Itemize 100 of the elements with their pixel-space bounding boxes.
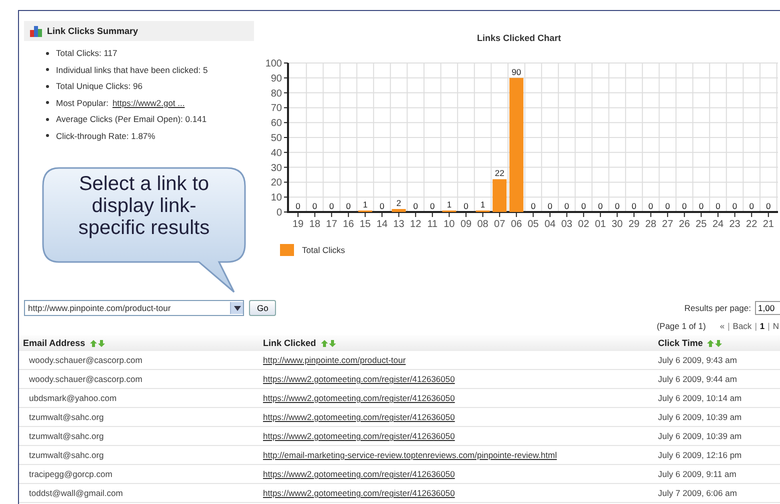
link-cell[interactable]: https://www2.gotomeeting.com/register/412636050 [263, 431, 455, 441]
table-cell: July 6 2009, 12:16 pm [654, 446, 780, 464]
page-link[interactable]: 1 [760, 321, 765, 331]
data-label: 22 [494, 168, 504, 178]
x-tick-label: 09 [460, 219, 472, 230]
x-tick-label: 02 [578, 219, 590, 230]
x-tick-label: 08 [477, 219, 488, 230]
sort-arrows-icon[interactable] [320, 340, 336, 348]
column-header[interactable]: Link Clicked [259, 335, 654, 351]
bullet-icon [46, 68, 49, 72]
y-tick-label: 70 [270, 103, 282, 114]
summary-item: Click-through Rate: 1.87% [56, 130, 156, 141]
page-link[interactable]: N [772, 321, 779, 331]
data-label: 0 [614, 201, 620, 211]
data-label: 0 [766, 201, 771, 211]
bullet-icon [46, 118, 49, 121]
table-cell: toddst@wall@gmail.com [19, 484, 259, 502]
summary-item: Total Unique Clicks: 96 [56, 81, 142, 92]
summary-item: Individual links that have been clicked: 5 [56, 64, 208, 75]
summary-item: Total Clicks: 117 [56, 48, 118, 58]
table-cell: woody.schauer@cascorp.com [19, 370, 259, 388]
x-tick-label: 28 [645, 219, 656, 230]
callout-text: Select a link to display link-specific results [77, 173, 211, 239]
link-cell[interactable]: https://www2.gotomeeting.com/register/412636050 [263, 412, 455, 422]
data-label: 0 [346, 201, 351, 211]
x-tick-label: 06 [510, 219, 522, 230]
link-cell[interactable]: https://www2.gotomeeting.com/register/412636050 [263, 469, 455, 479]
table-cell: ubdsmark@yahoo.com [19, 388, 259, 408]
y-tick-label: 80 [270, 88, 282, 100]
x-tick-label: 11 [427, 219, 438, 230]
data-label: 0 [464, 201, 468, 211]
table-cell: woody.schauer@cascorp.com [19, 351, 259, 370]
data-label: 1 [362, 200, 368, 210]
data-label: 0 [413, 201, 418, 211]
column-header[interactable]: Click Time [654, 335, 780, 351]
data-label: 0 [581, 201, 586, 211]
data-label: 0 [716, 201, 720, 211]
x-tick-label: 07 [494, 219, 506, 230]
table-cell: tzumwalt@sahc.org [19, 408, 259, 426]
x-tick-label: 22 [746, 219, 758, 230]
link-cell[interactable]: http://www.pinpointe.com/product-tour [263, 355, 406, 365]
x-tick-label: 14 [376, 219, 388, 230]
results-per-page-field[interactable]: 1,00 [755, 301, 780, 315]
link-cell[interactable]: https://www2.gotomeeting.com/register/412636050 [263, 488, 455, 498]
table-cell: tracipegg@gorcp.com [19, 464, 259, 484]
x-tick-label: 29 [628, 219, 640, 230]
y-tick-label: 10 [270, 192, 282, 204]
page-info: (Page 1 of 1) [656, 321, 706, 331]
summary-item: Average Clicks (Per Email Open): 0.141 [56, 114, 207, 124]
most-popular-link[interactable]: https://www2.got ... [112, 98, 185, 108]
data-label: 0 [665, 201, 670, 211]
x-tick-label: 23 [729, 219, 740, 230]
summary-title: Link Clicks Summary [47, 26, 138, 36]
data-label: 0 [598, 201, 603, 211]
separator: | [728, 321, 730, 331]
table-cell: July 7 2009, 6:06 am [654, 484, 780, 502]
x-tick-label: 03 [561, 219, 572, 230]
x-tick-label: 15 [360, 219, 371, 230]
column-header[interactable]: Email Address [19, 335, 259, 351]
page-link[interactable]: « [720, 321, 725, 331]
bar [392, 209, 406, 212]
data-label: 0 [749, 201, 754, 211]
x-tick-label: 13 [393, 219, 404, 230]
data-label: 0 [564, 201, 570, 211]
x-tick-label: 17 [326, 219, 338, 230]
bar [492, 179, 507, 212]
y-tick-label: 90 [270, 73, 282, 84]
x-tick-label: 05 [528, 219, 539, 230]
table-cell: July 6 2009, 9:11 am [654, 464, 780, 484]
sort-arrows-icon[interactable] [707, 340, 722, 348]
x-tick-label: 04 [544, 219, 556, 230]
x-tick-label: 27 [662, 219, 674, 230]
sort-arrows-icon[interactable] [90, 340, 105, 348]
x-tick-label: 19 [292, 219, 304, 230]
bullet-icon [46, 101, 49, 104]
x-tick-label: 18 [309, 219, 320, 230]
data-label: 0 [548, 201, 552, 211]
bullet-icon [46, 134, 49, 138]
data-label: 1 [480, 200, 486, 210]
page-link[interactable]: Back [732, 321, 752, 331]
y-tick-label: 100 [265, 58, 282, 70]
data-label: 0 [682, 201, 687, 211]
summary-item: Most Popular: [56, 98, 108, 108]
data-label: 0 [430, 201, 435, 211]
data-label: 1 [446, 200, 452, 210]
y-tick-label: 50 [270, 133, 282, 144]
data-label: 0 [698, 201, 704, 211]
data-label: 2 [396, 198, 402, 208]
x-tick-label: 24 [712, 219, 724, 230]
go-button[interactable]: Go [249, 300, 276, 316]
table-cell: July 6 2009, 10:39 am [654, 408, 780, 426]
x-tick-label: 25 [696, 219, 707, 230]
link-dropdown[interactable]: http://www.pinpointe.com/product-tour [24, 300, 244, 316]
link-cell[interactable]: https://www2.gotomeeting.com/register/412636050 [263, 393, 455, 403]
link-cell[interactable]: http://email-marketing-service-review.toptenreviews.com/pinpointe-review.html [263, 450, 557, 460]
table-cell: tzumwalt@sahc.org [19, 426, 259, 446]
data-label: 0 [530, 201, 536, 211]
y-tick-label: 0 [276, 208, 282, 218]
data-label: 0 [732, 201, 738, 211]
link-cell[interactable]: https://www2.gotomeeting.com/register/412636050 [263, 374, 455, 384]
